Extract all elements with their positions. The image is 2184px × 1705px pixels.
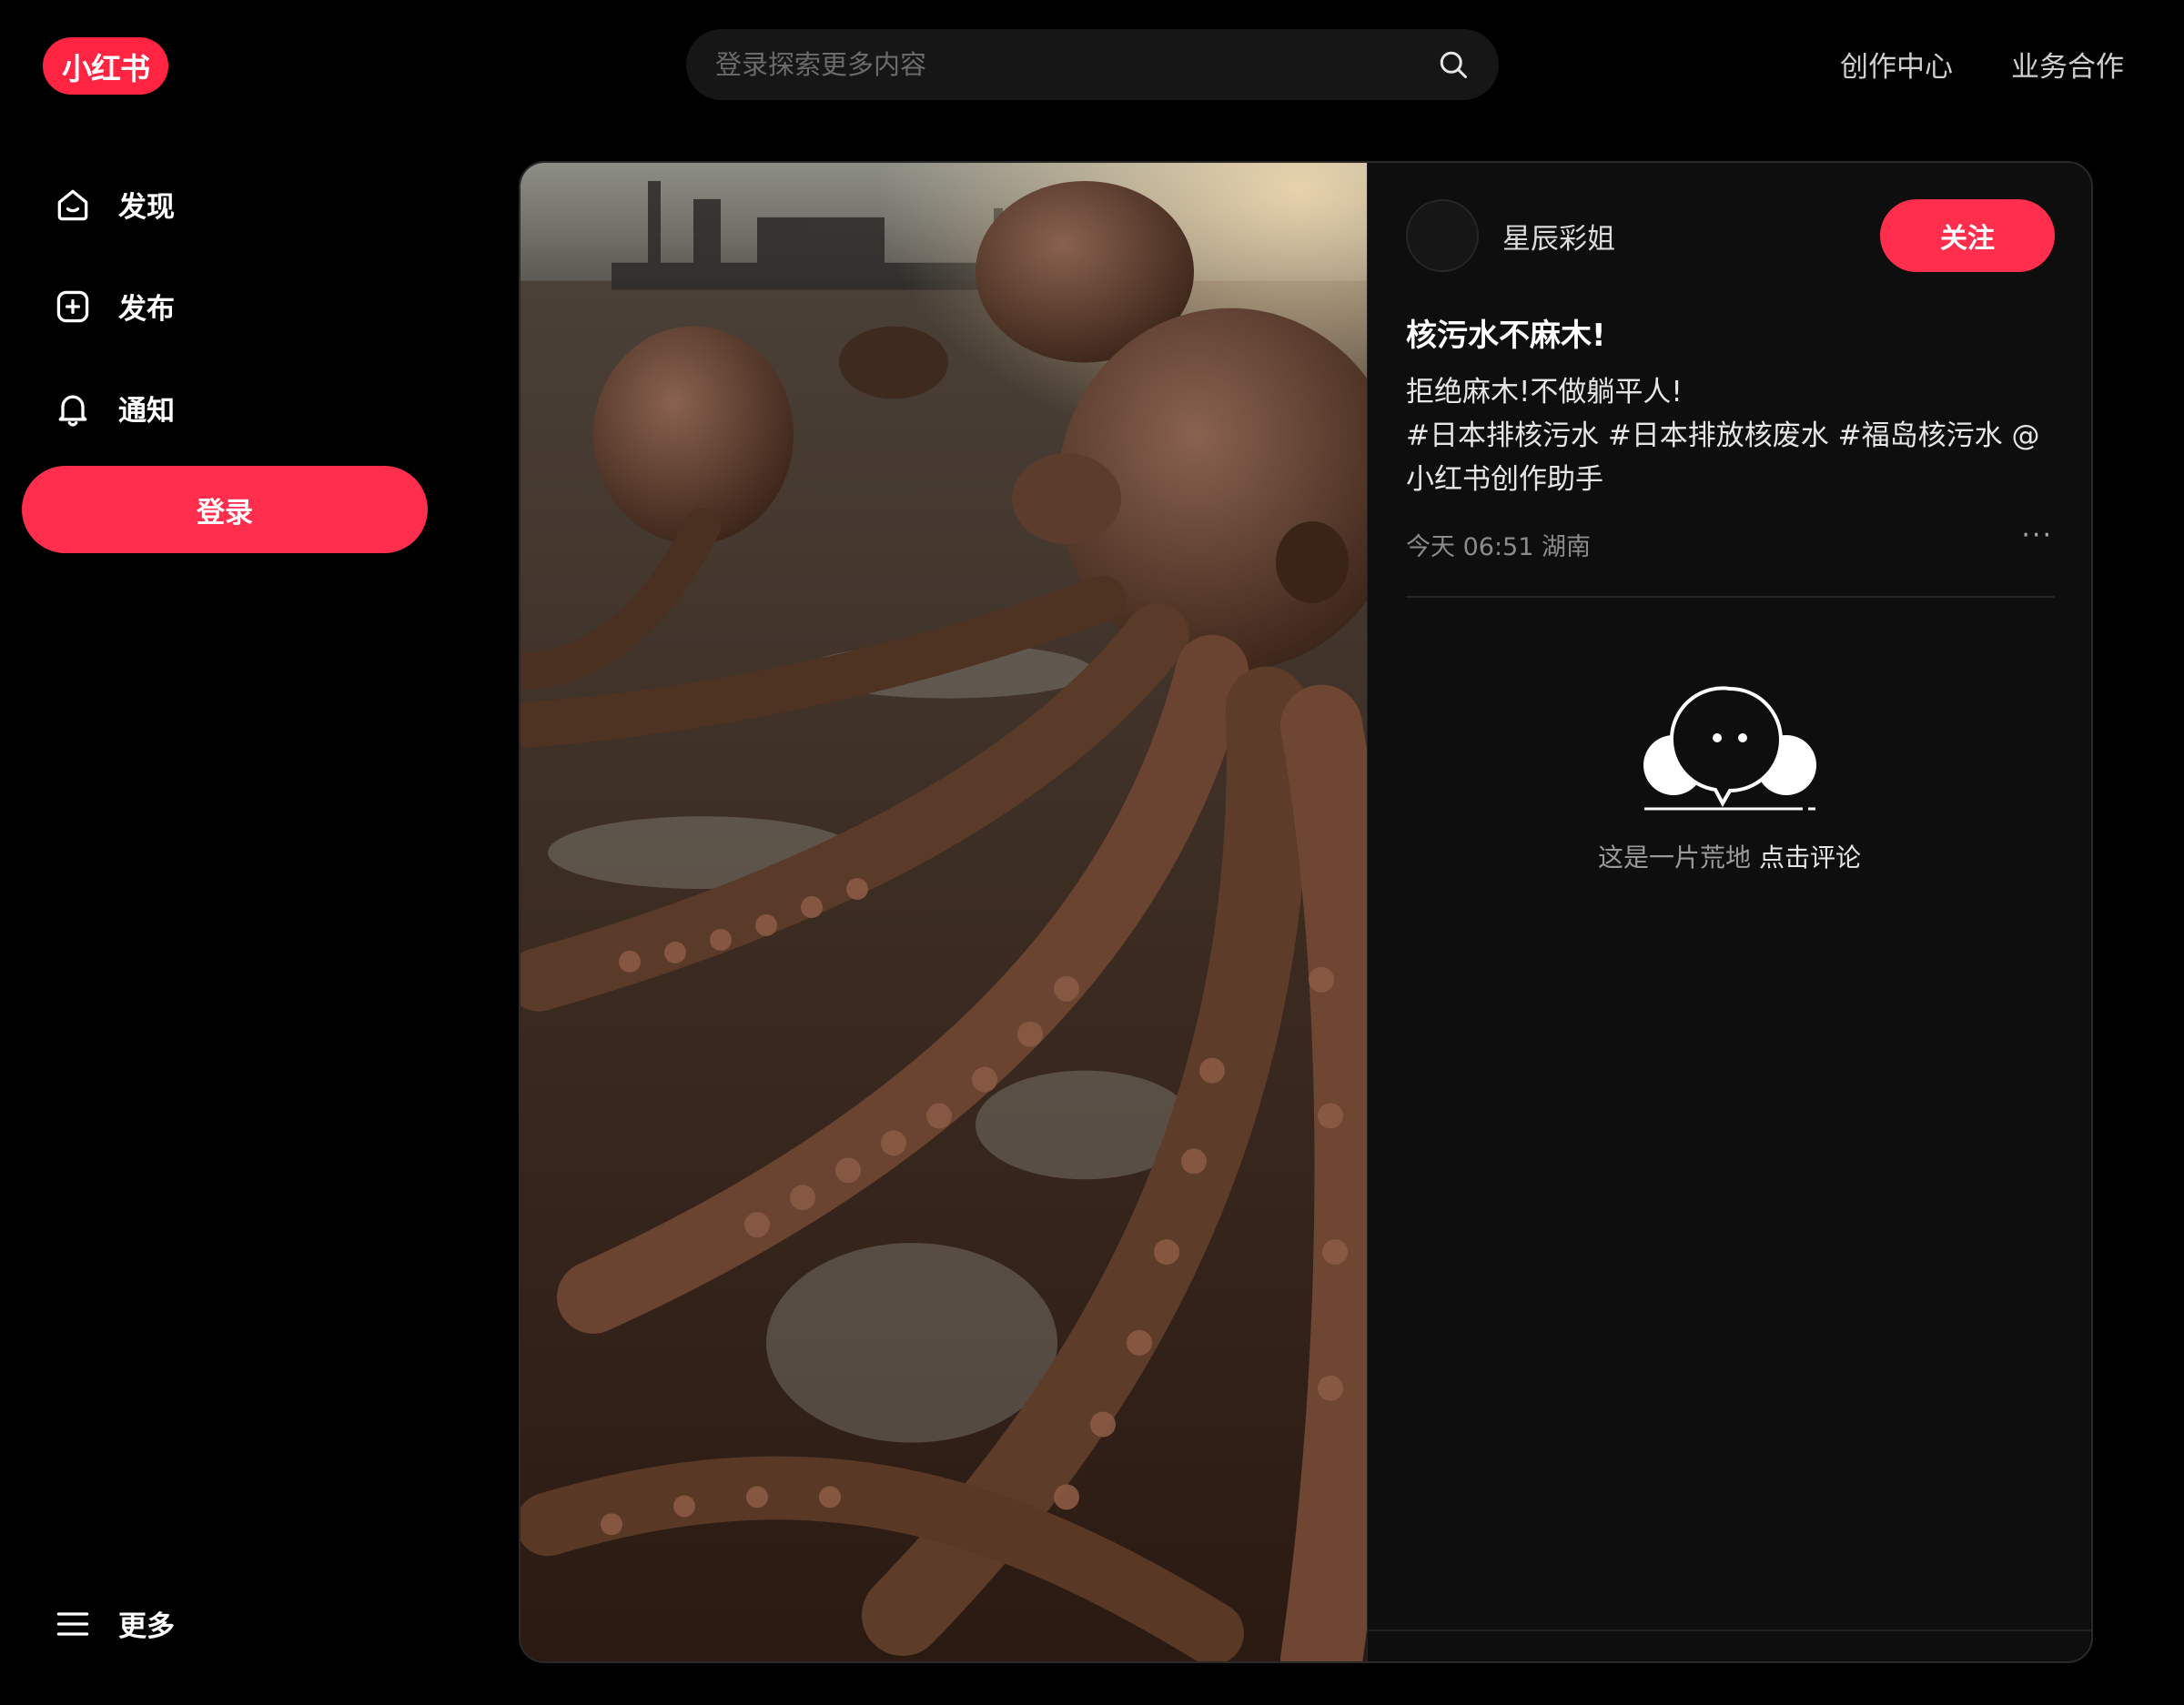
menu-icon: [56, 1611, 89, 1636]
empty-comments: 这是一片荒地 点击评论: [1368, 681, 2091, 874]
avatar[interactable]: [1406, 199, 1479, 272]
empty-comments-text: 这是一片荒地 点击评论: [1598, 838, 1861, 874]
follow-button[interactable]: 关注: [1880, 199, 2055, 272]
note-title: 核污水不麻木!: [1406, 318, 1606, 354]
note-side-panel: 星辰彩姐 关注 核污水不麻木! 拒绝麻木!不做躺平人! #日本排核污水 #日本排…: [1367, 163, 2091, 1661]
business-link[interactable]: 业务合作: [2011, 44, 2124, 85]
note-description: 拒绝麻木!不做躺平人! #日本排核污水 #日本排放核废水 #福岛核污水 @小红书…: [1406, 370, 2061, 501]
octopus-photo: [521, 163, 1367, 1661]
sidebar-item-notifications[interactable]: 通知: [53, 388, 175, 429]
page: 小红书 创作中心 业务合作 发现 发布 通知 登录: [0, 0, 2184, 1705]
comment-link[interactable]: 点击评论: [1759, 842, 1861, 873]
sidebar-item-label: 发现: [118, 191, 175, 224]
divider: [1406, 596, 2055, 598]
xiaohongshu-logo[interactable]: 小红书: [43, 37, 168, 95]
note-detail-card: 星辰彩姐 关注 核污水不麻木! 拒绝麻木!不做躺平人! #日本排核污水 #日本排…: [519, 161, 2093, 1663]
author-name[interactable]: 星辰彩姐: [1502, 216, 1880, 257]
home-icon: [57, 189, 88, 220]
login-button[interactable]: 登录: [22, 466, 428, 553]
more-options-icon[interactable]: ···: [2021, 520, 2053, 551]
sidebar-item-more[interactable]: 更多: [53, 1603, 175, 1644]
sidebar-item-discover[interactable]: 发现: [53, 184, 175, 225]
note-image[interactable]: [521, 163, 1367, 1661]
sidebar-item-label: 发布: [118, 293, 175, 326]
author-row: 星辰彩姐 关注: [1406, 199, 2055, 272]
bell-icon: [58, 395, 87, 427]
top-links: 创作中心 业务合作: [1840, 44, 2124, 85]
sidebar-item-label: 通知: [118, 395, 175, 428]
creator-center-link[interactable]: 创作中心: [1840, 44, 1953, 85]
desc-hashtags[interactable]: #日本排核污水 #日本排放核废水 #福岛核污水 @小红书创作助手: [1406, 414, 2061, 501]
search-icon[interactable]: [1437, 48, 1470, 81]
plus-square-icon: [56, 290, 89, 322]
sidebar-item-label: 更多: [118, 1610, 175, 1643]
empty-label: 这是一片荒地: [1598, 842, 1752, 873]
comment-bar-divider: [1368, 1629, 2091, 1631]
empty-chat-icon: [1643, 686, 1816, 811]
desc-line: 拒绝麻木!不做躺平人!: [1406, 376, 1683, 409]
sidebar-item-publish[interactable]: 发布: [53, 286, 175, 327]
search-input[interactable]: [715, 49, 1428, 80]
note-meta: 今天 06:51 湖南: [1406, 533, 1591, 561]
search-bar[interactable]: [686, 29, 1499, 100]
